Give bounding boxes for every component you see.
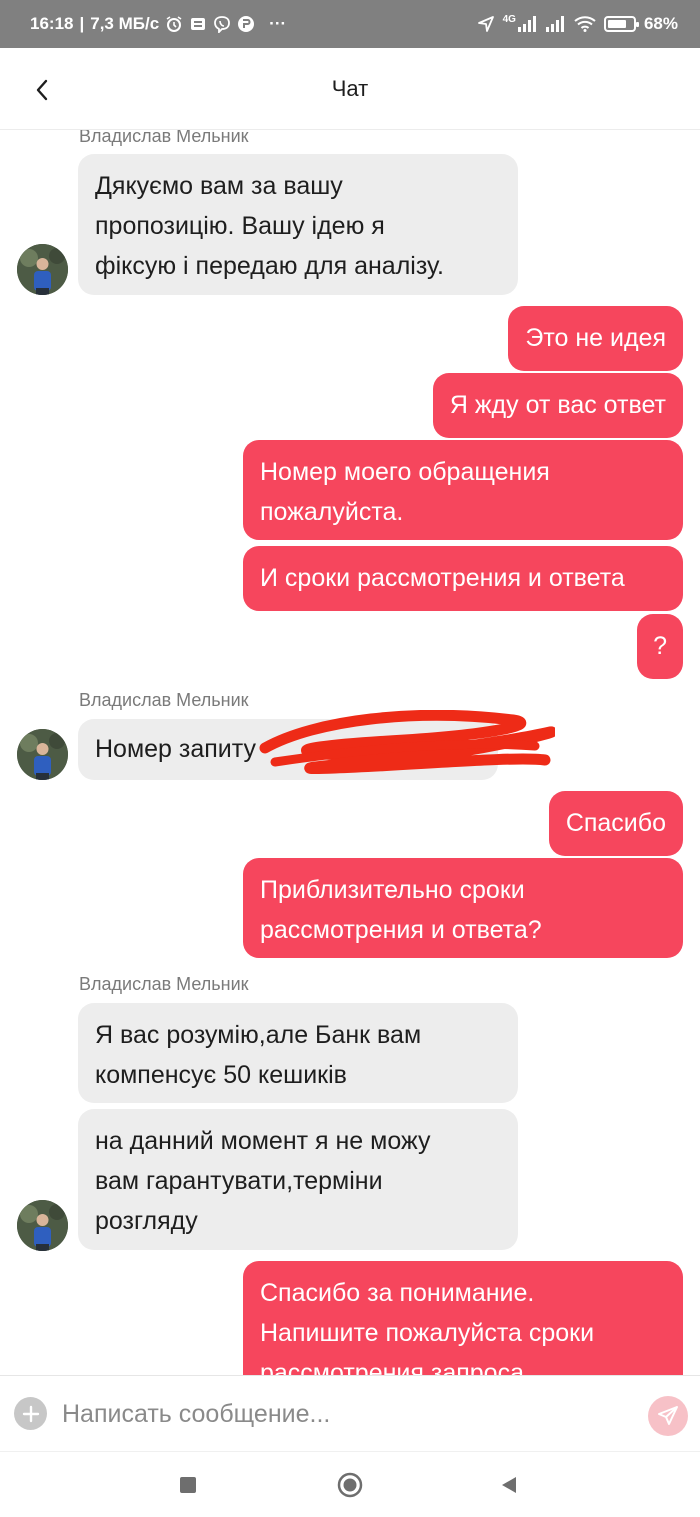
incoming-message[interactable]: Дякуємо вам за вашу пропозицію. Вашу іде… <box>78 154 518 295</box>
outgoing-message[interactable]: Я жду от вас ответ <box>432 373 683 438</box>
app-notification-icon <box>238 16 255 32</box>
message-composer <box>0 1375 700 1451</box>
message-input[interactable] <box>62 1394 622 1434</box>
triangle-icon <box>502 1477 516 1493</box>
send-icon <box>658 1406 678 1425</box>
outgoing-message[interactable]: И сроки рассмотрения и ответа <box>243 546 683 611</box>
send-button[interactable] <box>648 1396 688 1436</box>
incoming-message[interactable]: Я вас розумію,але Банк вам компенсує 50 … <box>78 1003 518 1103</box>
attach-button[interactable] <box>14 1397 47 1430</box>
alarm-icon <box>166 16 182 32</box>
incoming-message[interactable]: на данний момент я не можу вам гарантува… <box>78 1109 518 1250</box>
location-icon <box>477 16 494 32</box>
outgoing-message[interactable]: Номер моего обращения пожалуйста. <box>243 440 683 540</box>
system-nav-bar <box>0 1451 700 1517</box>
avatar[interactable] <box>17 729 68 780</box>
news-app-icon <box>191 18 206 30</box>
avatar-image <box>17 244 68 295</box>
network-type: 4G <box>502 13 516 25</box>
back-nav-button[interactable] <box>495 1471 523 1499</box>
avatar[interactable] <box>17 1200 68 1251</box>
outgoing-message[interactable]: Приблизительно сроки рассмотрения и отве… <box>243 858 683 958</box>
signal-icon-2 <box>545 16 564 32</box>
avatar-image <box>17 1200 68 1251</box>
battery-icon <box>603 16 639 32</box>
chat-header: Чат <box>0 48 700 130</box>
signal-icon <box>517 16 536 32</box>
outgoing-message[interactable]: Спасибо за понимание. Напишите пожалуйст… <box>243 1261 683 1375</box>
circle-icon <box>337 1472 363 1498</box>
status-more: ··· <box>269 14 287 33</box>
home-button[interactable] <box>336 1471 364 1499</box>
status-net-speed: 7,3 МБ/с <box>90 14 160 33</box>
battery-level: 68% <box>643 14 678 33</box>
plus-icon <box>22 1405 39 1422</box>
sender-name: Владислав Мельник <box>79 130 249 146</box>
page-title: Чат <box>331 76 369 101</box>
status-bar: 16:18 | 7,3 МБ/с ··· 4G 68% <box>0 0 700 48</box>
square-icon <box>180 1477 196 1493</box>
avatar[interactable] <box>17 244 68 295</box>
wifi-icon <box>574 16 596 32</box>
incoming-message[interactable]: Номер запиту <box>78 719 498 780</box>
chat-messages: Владислав Мельник Дякуємо вам за вашу пр… <box>0 130 700 1375</box>
outgoing-message[interactable]: Спасибо <box>548 791 683 856</box>
status-time: 16:18 <box>30 14 74 33</box>
sender-name: Владислав Мельник <box>79 690 249 710</box>
outgoing-message[interactable]: ? <box>637 614 683 679</box>
sender-name: Владислав Мельник <box>79 974 249 994</box>
avatar-image <box>17 729 68 780</box>
outgoing-message[interactable]: Это не идея <box>508 306 683 371</box>
viber-icon <box>214 16 231 33</box>
recent-apps-button[interactable] <box>174 1471 202 1499</box>
